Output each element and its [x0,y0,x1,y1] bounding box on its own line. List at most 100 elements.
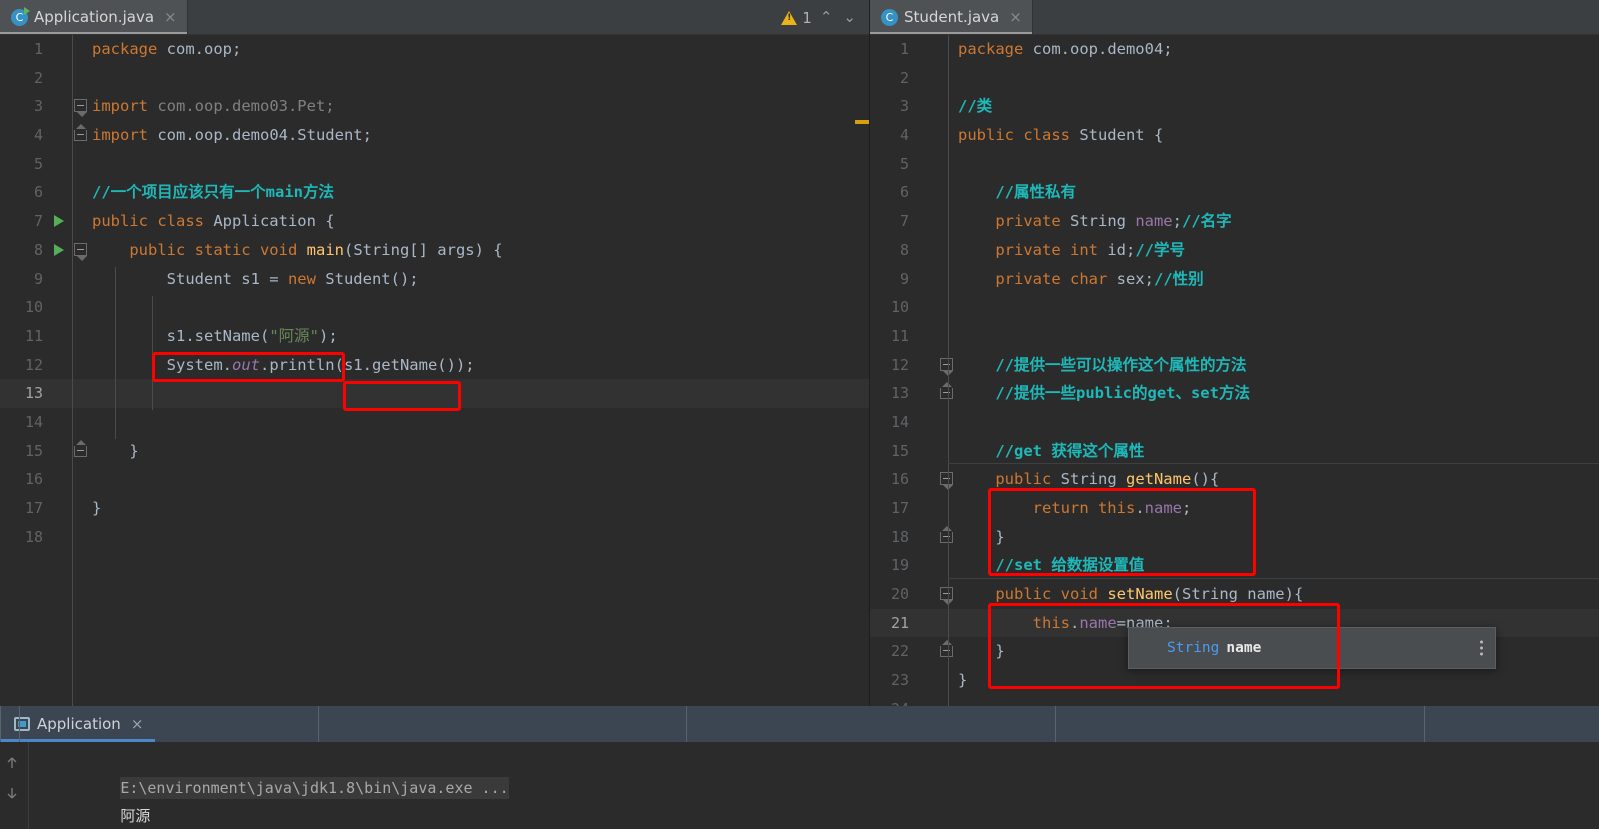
line-number[interactable]: 10 [870,293,918,322]
line-number[interactable]: 2 [870,64,918,93]
line-number[interactable]: 9 [0,265,52,294]
code-text: System.out.println(s1.getName()); [92,355,475,374]
line-number[interactable]: 8 [0,236,52,265]
code-line: 5 [870,150,1599,179]
line-number[interactable]: 3 [870,92,918,121]
line-number[interactable]: 5 [0,150,52,179]
line-number[interactable]: 16 [870,465,918,494]
fold-region [938,351,956,380]
tab-application-java[interactable]: Application.java × [0,0,188,34]
code-line: 24 [870,695,1599,706]
line-number[interactable]: 4 [0,121,52,150]
code-text: import com.oop.demo03.Pet; [92,97,335,116]
line-number[interactable]: 17 [870,494,918,523]
code-line: 9 private char sex;//性别 [870,265,1599,294]
line-number[interactable]: 14 [0,408,52,437]
tab-student-java[interactable]: Student.java × [870,0,1033,34]
fold-region [72,236,90,265]
fold-end-icon[interactable] [940,640,953,658]
run-arrow-icon[interactable] [54,244,64,257]
scroll-up-icon[interactable] [5,756,19,770]
warning-triangle-icon [781,10,798,25]
indent-guide-2 [152,296,153,410]
fold-region [938,465,956,494]
fold-collapse-icon[interactable] [940,587,953,606]
code-line: 10 [0,293,869,322]
console-output[interactable]: E:\environment\java\jdk1.8\bin\java.exe … [30,742,1599,829]
fold-collapse-icon[interactable] [74,242,87,261]
header-divider-2 [318,706,319,742]
chevron-down-icon[interactable]: ⌄ [840,10,859,25]
line-number[interactable]: 2 [0,64,52,93]
line-number[interactable]: 23 [870,666,918,695]
close-icon[interactable]: × [164,9,177,25]
gutter-marks [52,293,72,322]
line-number[interactable]: 13 [870,379,918,408]
line-number[interactable]: 10 [0,293,52,322]
scroll-down-icon[interactable] [5,786,19,800]
method-separator-2 [948,578,1599,579]
indent-guide-1 [948,355,949,645]
line-number[interactable]: 6 [870,178,918,207]
line-number[interactable]: 11 [0,322,52,351]
line-number[interactable]: 1 [870,35,918,64]
fold-end-icon[interactable] [74,124,87,142]
line-number[interactable]: 19 [870,551,918,580]
line-number[interactable]: 1 [0,35,52,64]
close-icon[interactable]: × [1009,9,1022,25]
code-line: 16 public String getName(){ [870,465,1599,494]
line-number[interactable]: 15 [0,437,52,466]
gutter-marks [52,121,72,150]
line-number[interactable]: 6 [0,178,52,207]
chevron-up-icon[interactable]: ⌃ [817,10,836,25]
kebab-menu-icon[interactable] [1480,640,1483,656]
line-number[interactable]: 9 [870,265,918,294]
run-arrow-icon[interactable] [54,215,64,228]
line-number[interactable]: 17 [0,494,52,523]
line-number[interactable]: 18 [0,523,52,552]
line-number[interactable]: 20 [870,580,918,609]
line-number[interactable]: 21 [870,609,918,638]
line-number[interactable]: 22 [870,637,918,666]
gutter-marks [52,494,72,523]
line-number[interactable]: 8 [870,236,918,265]
line-number[interactable]: 14 [870,408,918,437]
gutter-marks [918,207,938,236]
line-number[interactable]: 24 [870,695,918,706]
run-configuration-icon [14,717,30,731]
fold-region [72,92,90,121]
line-number[interactable]: 7 [870,207,918,236]
code-line: 16 [0,465,869,494]
line-number[interactable]: 11 [870,322,918,351]
run-tab-application[interactable]: Application × [0,706,156,742]
header-divider-3 [686,706,687,742]
fold-region [72,322,90,351]
line-number[interactable]: 7 [0,207,52,236]
line-number[interactable]: 12 [0,351,52,380]
code-area-left[interactable]: 1 package com.oop; 2 3 import com.oop.demo03… [0,35,869,706]
scrollbar-warning-marker[interactable] [855,120,869,124]
fold-collapse-icon[interactable] [940,472,953,491]
fold-collapse-icon[interactable] [74,99,87,118]
line-number[interactable]: 15 [870,437,918,466]
line-number[interactable]: 5 [870,150,918,179]
line-number[interactable]: 13 [0,379,52,408]
gutter-marks [918,666,938,695]
line-number[interactable]: 3 [0,92,52,121]
code-area-right[interactable]: 1 package com.oop.demo04; 2 3 //类 4 public cla… [870,35,1599,706]
gutter-marks [918,408,938,437]
gutter-marks [918,494,938,523]
fold-end-icon[interactable] [940,382,953,400]
fold-end-icon[interactable] [74,439,87,457]
fold-collapse-icon[interactable] [940,357,953,376]
code-text: Student s1 = new Student(); [92,269,419,288]
line-number[interactable]: 12 [870,351,918,380]
gutter-marks [52,64,72,93]
fold-end-icon[interactable] [940,525,953,543]
close-icon[interactable]: × [131,715,144,733]
parameter-info-popup[interactable]: String name [1128,627,1496,669]
code-text: //set 给数据设置值 [995,556,1145,575]
line-number[interactable]: 18 [870,523,918,552]
line-number[interactable]: 4 [870,121,918,150]
line-number[interactable]: 16 [0,465,52,494]
